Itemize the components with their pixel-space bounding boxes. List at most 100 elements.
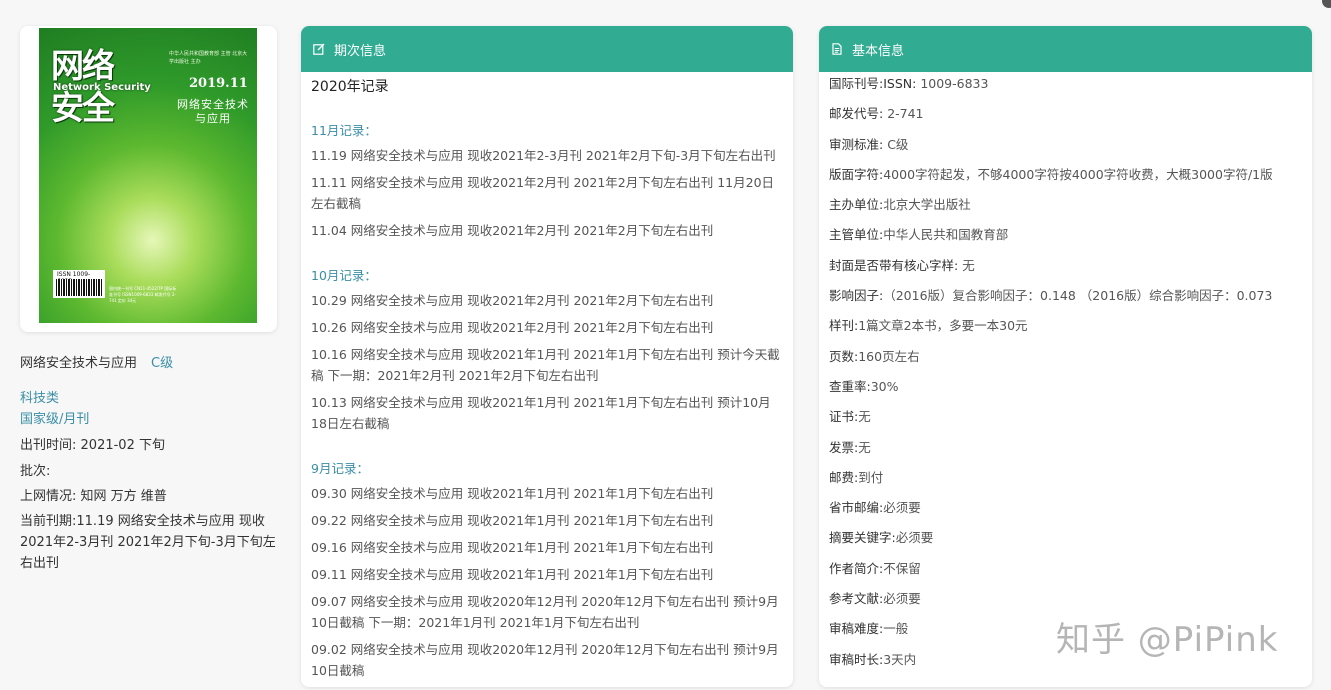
info-value: 无 <box>958 257 975 273</box>
info-value: 中华人民共和国教育部 <box>883 227 1009 243</box>
info-value: 北京大学出版社 <box>883 197 971 213</box>
month-block: 11月记录： 11.19 网络安全技术与应用 现收2021年2-3月刊 2021年… <box>311 120 783 241</box>
category-link[interactable]: 科技类 <box>20 387 280 406</box>
info-key: 封面是否带有核心字样: <box>829 257 959 273</box>
basic-info-row: 邮费:到付 <box>829 467 1302 497</box>
info-key: 证书: <box>829 409 859 425</box>
basic-info-row: 省市邮编:必须要 <box>829 497 1302 527</box>
info-value: 到付 <box>858 469 884 485</box>
info-key: 主办单位: <box>829 197 884 213</box>
month-block: 10月记录： 10.29 网络安全技术与应用 现收2021年2月刊 2021年2月… <box>311 265 783 434</box>
basic-info-row: 样刊:1篇文章2本书，多要一本30元 <box>829 315 1302 345</box>
issue-record: 11.11 网络安全技术与应用 现收2021年2月刊 2021年2月下旬左右出刊… <box>311 175 775 211</box>
edit-icon <box>313 43 325 55</box>
issue-card-title: 期次信息 <box>334 43 387 59</box>
journal-name: 网络安全技术与应用 C级 <box>20 352 280 371</box>
info-value: 不保留 <box>883 560 921 576</box>
basic-info-list: 国际刊号:ISSN: 1009-6833 邮发代号: 2-741 审测标准: C级版… <box>819 73 1312 679</box>
info-key: 作者简介: <box>829 560 884 576</box>
info-value: 必须要 <box>895 530 934 546</box>
basic-info-row: 主办单位:北京大学出版社 <box>829 194 1302 224</box>
basic-info-row: 摘要关键字:必须要 <box>829 527 1302 557</box>
month-label: 9月记录： <box>311 461 369 476</box>
pub-time-value: 2021-02 下旬 <box>76 438 165 453</box>
info-value: 无 <box>858 439 871 455</box>
basic-info-row: 证书:无 <box>829 406 1302 436</box>
month-label: 10月记录： <box>311 268 377 283</box>
basic-info-row: 版面字符:4000字符起发，不够4000字符按4000字符收费，大概3000字符… <box>829 164 1302 194</box>
cover-card: 中华人民共和国教育部 主管 北京大学出版社 主办 网络 安全 Network S… <box>20 26 277 332</box>
info-value: 4000字符起发，不够4000字符按4000字符收费，大概3000字符/1版 <box>883 166 1273 182</box>
info-value: 2-741 <box>883 106 924 122</box>
issue-record: 10.26 网络安全技术与应用 现收2021年2月刊 2021年2月下旬左右出刊 <box>311 320 714 335</box>
info-key: 页数: <box>829 348 859 364</box>
year-title: 2020年记录 <box>311 79 389 95</box>
info-key: 摘要关键字: <box>829 530 896 546</box>
basic-info-row: 封面是否带有核心字样: 无 <box>829 255 1302 285</box>
basic-card-header: 基本信息 <box>819 26 1312 72</box>
grade-link[interactable]: 国家级/月刊 <box>20 408 280 427</box>
basic-info-row: 发票:无 <box>829 437 1302 467</box>
basic-card-title: 基本信息 <box>852 43 905 59</box>
issue-record: 10.13 网络安全技术与应用 现收2021年1月刊 2021年1月下旬左右出刊… <box>311 395 771 431</box>
basic-info-row: 审测标准: C级 <box>829 134 1302 164</box>
basic-info-row: 邮发代号: 2-741 <box>829 103 1302 133</box>
info-key: 省市邮编: <box>829 500 884 516</box>
document-icon <box>832 43 842 55</box>
month-records: 11月记录： 11.19 网络安全技术与应用 现收2021年2-3月刊 2021年… <box>311 120 783 681</box>
info-key: 发票: <box>829 439 859 455</box>
month-block: 9月记录： 09.30 网络安全技术与应用 现收2021年1月刊 2021年1月下… <box>311 458 783 681</box>
info-key: 参考文献: <box>829 591 884 607</box>
issue-info-card: 期次信息 2020年记录 11月记录： 11.19 网络安全技术与应用 现收202… <box>301 26 793 687</box>
watermark: 知乎 @PiPink <box>1056 620 1279 660</box>
info-key: 审稿时长: <box>829 651 884 667</box>
cover-print-info: 国内统一刊号 CN11-4522/TP 国际标准刊号 ISSN1009-6833… <box>109 286 177 303</box>
info-value: （2016版）复合影响因子：0.148 （2016版）综合影响因子：0.073 <box>883 288 1273 304</box>
cover-title-line1: 网络 <box>51 46 115 85</box>
info-key: 影响因子: <box>829 288 884 304</box>
issue-card-body: 2020年记录 11月记录： 11.19 网络安全技术与应用 现收2021年2-3… <box>301 76 793 681</box>
issue-record: 09.30 网络安全技术与应用 现收2021年1月刊 2021年1月下旬左右出刊 <box>311 486 714 501</box>
barcode-bars <box>56 279 102 296</box>
info-value: 160页左右 <box>858 348 920 364</box>
info-key: 审稿难度: <box>829 621 884 637</box>
info-value: 3天内 <box>883 651 917 667</box>
info-value: 必须要 <box>883 500 921 516</box>
info-key: 版面字符: <box>829 166 884 182</box>
issue-record: 09.07 网络安全技术与应用 现收2020年12月刊 2020年12月下旬左右… <box>311 594 779 630</box>
basic-info-row: 查重率:30% <box>829 376 1302 406</box>
cover-subtitle: 网络安全技术与应用 <box>177 98 249 125</box>
info-value: 必须要 <box>883 591 921 607</box>
info-value: 无 <box>858 409 871 425</box>
basic-info-row: 作者简介:不保留 <box>829 558 1302 588</box>
info-value: 30% <box>870 378 899 394</box>
info-key: 查重率: <box>829 378 871 394</box>
info-value: 1009-6833 <box>916 76 989 91</box>
info-key: 审测标准: <box>829 136 884 152</box>
current-issue: 当前刊期:11.19 网络安全技术与应用 现收2021年2-3月刊 2021年2… <box>20 511 280 574</box>
info-key: 邮发代号: <box>829 106 884 122</box>
info-value: 1篇文章2本书，多要一本30元 <box>858 318 1028 334</box>
issue-record: 11.04 网络安全技术与应用 现收2021年2月刊 2021年2月下旬左右出刊 <box>311 223 714 238</box>
month-label: 11月记录： <box>311 123 377 138</box>
journal-level[interactable]: C级 <box>151 356 173 371</box>
issue-record: 09.16 网络安全技术与应用 现收2021年1月刊 2021年1月下旬左右出刊 <box>311 540 714 555</box>
cover-date: 2019.11 <box>189 76 248 91</box>
info-key: 主管单位: <box>829 227 884 243</box>
online-status: 上网情况: 知网 万方 维普 <box>20 485 280 504</box>
issue-record: 10.16 网络安全技术与应用 现收2021年1月刊 2021年1月下旬左右出刊… <box>311 347 780 383</box>
basic-info-card: 基本信息 国际刊号:ISSN: 1009-6833 邮发代号: 2-741 审测标准… <box>819 26 1312 687</box>
basic-info-row: 主管单位:中华人民共和国教育部 <box>829 224 1302 254</box>
batch: 批次: <box>20 464 51 479</box>
cover-publisher-text: 中华人民共和国教育部 主管 北京大学出版社 主办 <box>169 51 248 65</box>
cover-title-line2: 安全 <box>51 88 115 127</box>
info-key: 国际刊号:ISSN: <box>829 76 917 91</box>
online-label: 上网情况: <box>20 489 77 504</box>
issue-record: 09.02 网络安全技术与应用 现收2020年12月刊 2020年12月下旬左右… <box>311 642 779 678</box>
pub-time: 出刊时间: 2021-02 下旬 <box>20 434 280 453</box>
barcode: ISSN 1009-6833 <box>53 270 105 298</box>
journal-cover-image[interactable]: 中华人民共和国教育部 主管 北京大学出版社 主办 网络 安全 Network S… <box>39 28 257 323</box>
current-label: 当前刊期: <box>20 514 77 529</box>
issue-record: 09.22 网络安全技术与应用 现收2021年1月刊 2021年1月下旬左右出刊 <box>311 513 714 528</box>
issue-card-header: 期次信息 <box>301 26 793 72</box>
